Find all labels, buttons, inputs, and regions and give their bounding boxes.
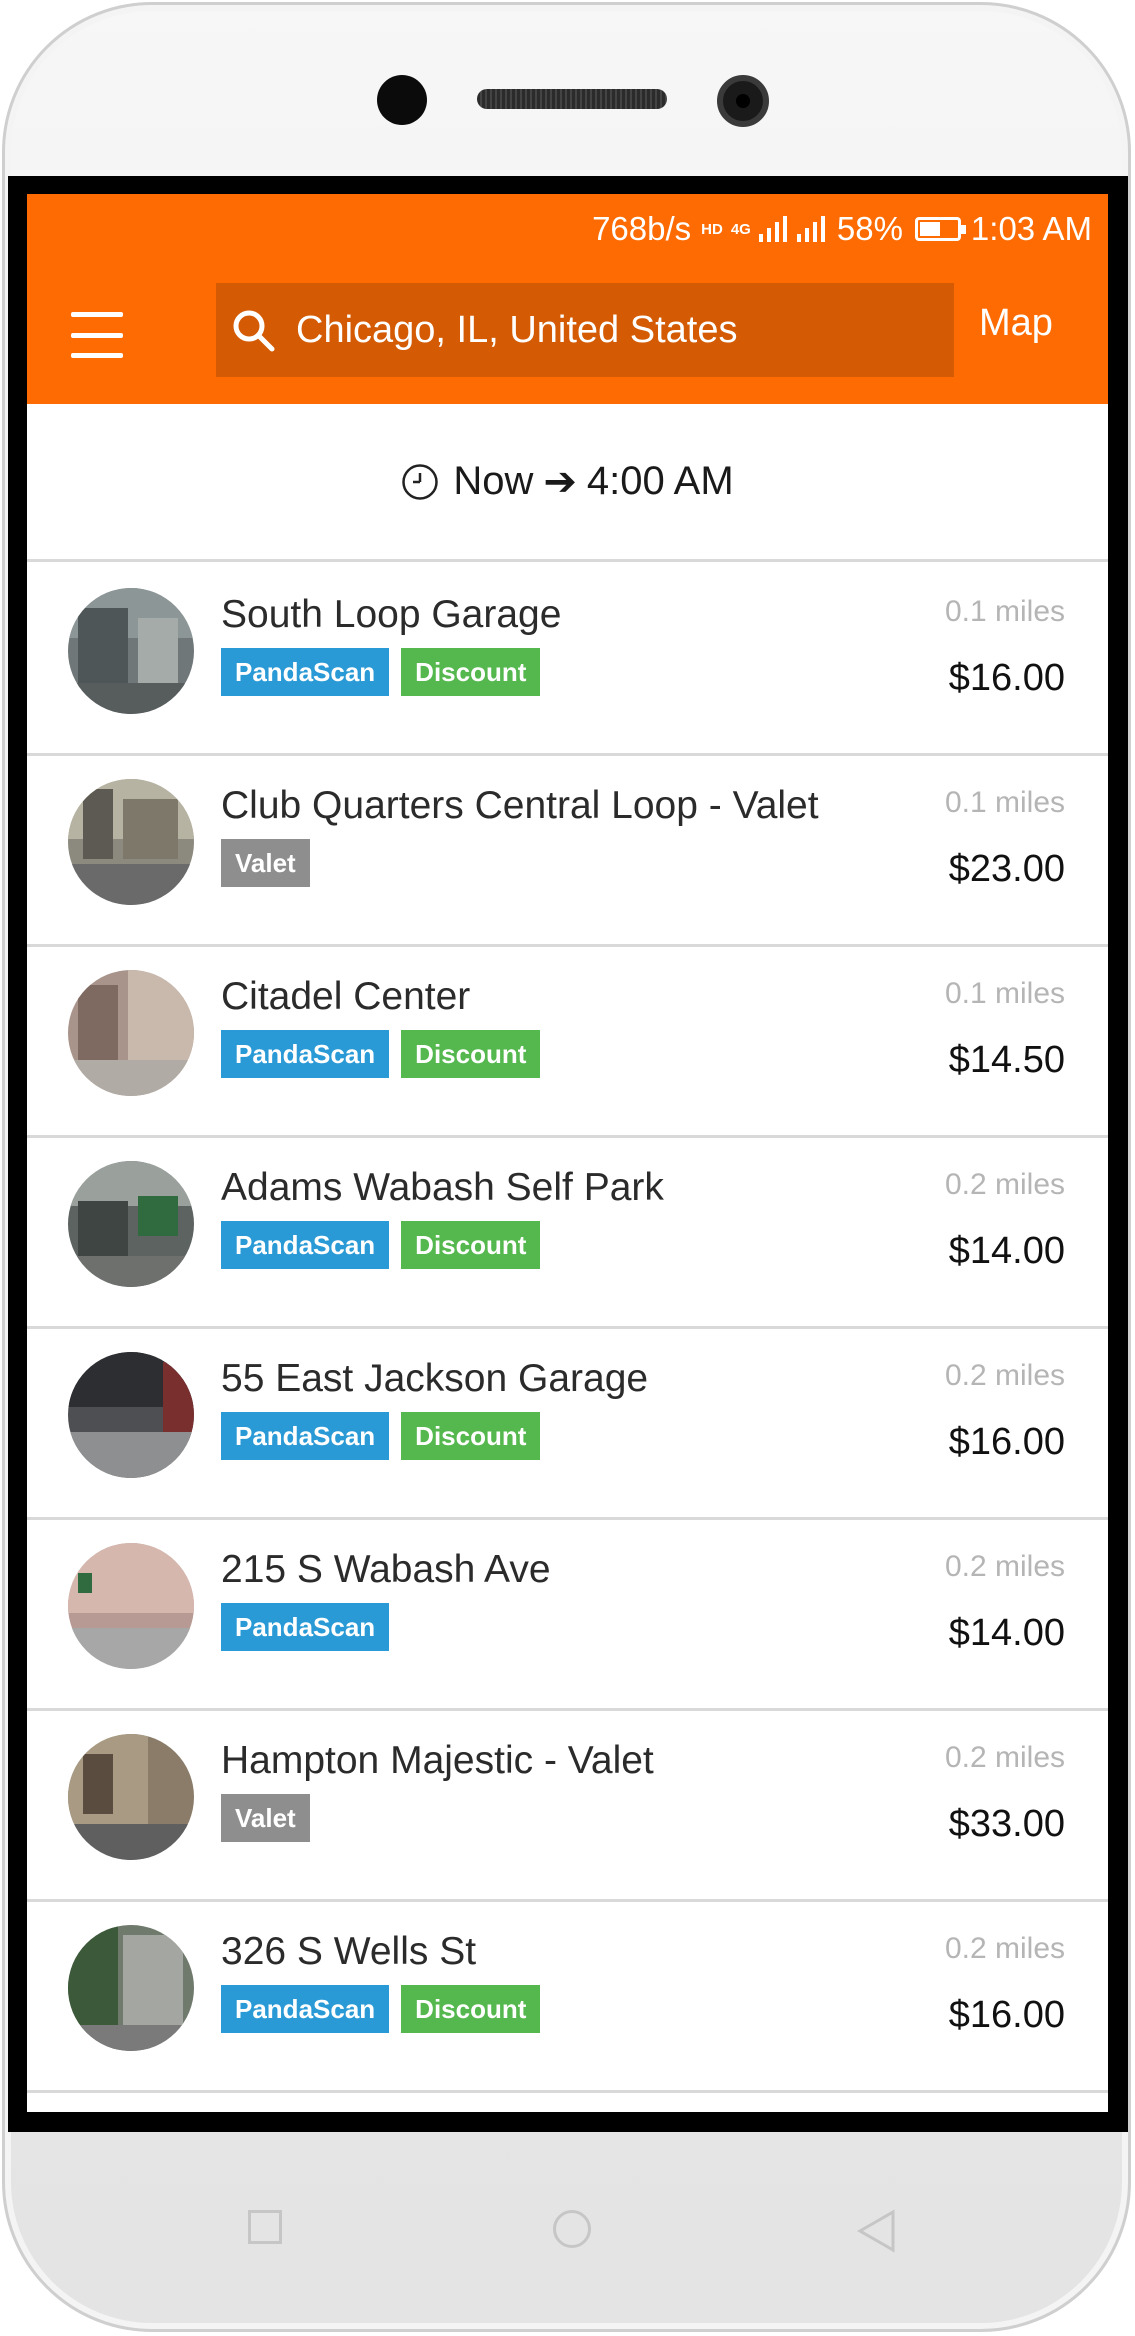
garage-photo: [68, 970, 194, 1096]
list-item[interactable]: Adams Wabash Self Park PandaScan Discoun…: [27, 1138, 1108, 1329]
status-bar: 768b/s HD 4G 58% 1:03 AM: [592, 208, 1092, 250]
listing-tags: Valet: [221, 1794, 310, 1842]
list-item[interactable]: South Loop Garage PandaScan Discount 0.1…: [27, 565, 1108, 756]
pandascan-badge: PandaScan: [221, 648, 390, 696]
listing-tags: PandaScan Discount: [221, 1985, 541, 2033]
back-button[interactable]: [857, 2209, 897, 2253]
app-header: 768b/s HD 4G 58% 1:03 AM Chicago, IL, Un…: [27, 194, 1108, 404]
app-screen: 768b/s HD 4G 58% 1:03 AM Chicago, IL, Un…: [27, 194, 1108, 2112]
listing-price: $14.50: [948, 1039, 1065, 1081]
list-item[interactable]: Citadel Center PandaScan Discount 0.1 mi…: [27, 947, 1108, 1138]
listing-distance: 0.2 miles: [944, 1741, 1065, 1774]
listing-distance: 0.1 miles: [944, 786, 1065, 819]
signal-strength-icon-2: [796, 216, 825, 242]
listing-name: Hampton Majestic - Valet: [221, 1739, 654, 1782]
listing-tags: PandaScan Discount: [221, 1412, 541, 1460]
pandascan-badge: PandaScan: [221, 1030, 390, 1078]
list-item[interactable]: 215 S Wabash Ave PandaScan 0.2 miles $14…: [27, 1520, 1108, 1711]
pandascan-badge: PandaScan: [221, 1985, 390, 2033]
valet-badge: Valet: [221, 839, 310, 887]
listing-tags: PandaScan Discount: [221, 1221, 541, 1269]
listing-price: $33.00: [948, 1803, 1065, 1845]
listing-name: Adams Wabash Self Park: [221, 1166, 664, 1209]
listing-distance: 0.1 miles: [944, 595, 1065, 628]
time-range-selector[interactable]: Now ➔ 4:00 AM: [27, 404, 1108, 562]
discount-badge: Discount: [401, 1221, 541, 1269]
listing-price: $14.00: [948, 1230, 1065, 1272]
list-item[interactable]: Club Quarters Central Loop - Valet Valet…: [27, 756, 1108, 947]
garage-photo: [68, 779, 194, 905]
front-camera: [717, 75, 769, 127]
network-speed: 768b/s: [592, 210, 692, 247]
hd-label: HD: [701, 220, 723, 238]
proximity-sensor: [377, 75, 427, 125]
listing-name: 326 S Wells St: [221, 1930, 477, 1973]
listing-name: South Loop Garage: [221, 593, 562, 636]
listing-distance: 0.1 miles: [944, 977, 1065, 1010]
battery-icon: [914, 217, 966, 241]
battery-percent: 58%: [836, 210, 903, 247]
listing-name: Club Quarters Central Loop - Valet: [221, 784, 819, 827]
listing-distance: 0.2 miles: [944, 1550, 1065, 1583]
pandascan-badge: PandaScan: [221, 1603, 390, 1651]
garage-photo: [68, 1543, 194, 1669]
listing-price: $16.00: [948, 1421, 1065, 1463]
garage-photo: [68, 1352, 194, 1478]
discount-badge: Discount: [401, 1985, 541, 2033]
listing-name: 55 East Jackson Garage: [221, 1357, 649, 1400]
listing-name: Citadel Center: [221, 975, 471, 1018]
listing-price: $14.00: [948, 1612, 1065, 1654]
time-start: Now: [453, 459, 534, 503]
listing-tags: PandaScan Discount: [221, 648, 541, 696]
discount-badge: Discount: [401, 648, 541, 696]
listing-price: $16.00: [948, 657, 1065, 699]
signal-strength-icon: [758, 216, 787, 242]
parking-list: South Loop Garage PandaScan Discount 0.1…: [27, 565, 1108, 2093]
garage-photo: [68, 1161, 194, 1287]
garage-photo: [68, 588, 194, 714]
search-icon: [233, 310, 275, 352]
time-end: 4:00 AM: [586, 459, 734, 503]
earpiece-speaker: [477, 89, 667, 109]
pandascan-badge: PandaScan: [221, 1412, 390, 1460]
listing-tags: PandaScan Discount: [221, 1030, 541, 1078]
discount-badge: Discount: [401, 1030, 541, 1078]
discount-badge: Discount: [401, 1412, 541, 1460]
status-time: 1:03 AM: [970, 210, 1092, 247]
list-item[interactable]: 326 S Wells St PandaScan Discount 0.2 mi…: [27, 1902, 1108, 2093]
garage-photo: [68, 1734, 194, 1860]
clock-icon: [402, 463, 439, 500]
listing-distance: 0.2 miles: [944, 1168, 1065, 1201]
pandascan-badge: PandaScan: [221, 1221, 390, 1269]
search-value: Chicago, IL, United States: [296, 308, 738, 351]
listing-price: $16.00: [948, 1994, 1065, 2036]
garage-photo: [68, 1925, 194, 2051]
listing-name: 215 S Wabash Ave: [221, 1548, 551, 1591]
listing-tags: PandaScan: [221, 1603, 390, 1651]
valet-badge: Valet: [221, 1794, 310, 1842]
hamburger-icon[interactable]: [71, 312, 123, 358]
listing-price: $23.00: [948, 848, 1065, 890]
recents-button[interactable]: [248, 2210, 282, 2244]
listing-distance: 0.2 miles: [944, 1932, 1065, 1965]
location-search-input[interactable]: Chicago, IL, United States: [216, 283, 954, 377]
listing-distance: 0.2 miles: [944, 1359, 1065, 1392]
home-button[interactable]: [553, 2210, 591, 2248]
listing-tags: Valet: [221, 839, 310, 887]
list-item[interactable]: Hampton Majestic - Valet Valet 0.2 miles…: [27, 1711, 1108, 1902]
map-button[interactable]: Map: [979, 302, 1053, 345]
network-type-label: 4G: [730, 220, 751, 238]
list-item[interactable]: 55 East Jackson Garage PandaScan Discoun…: [27, 1329, 1108, 1520]
arrow-right-icon: ➔: [543, 459, 577, 504]
signal-icons: HD 4G: [701, 216, 827, 242]
